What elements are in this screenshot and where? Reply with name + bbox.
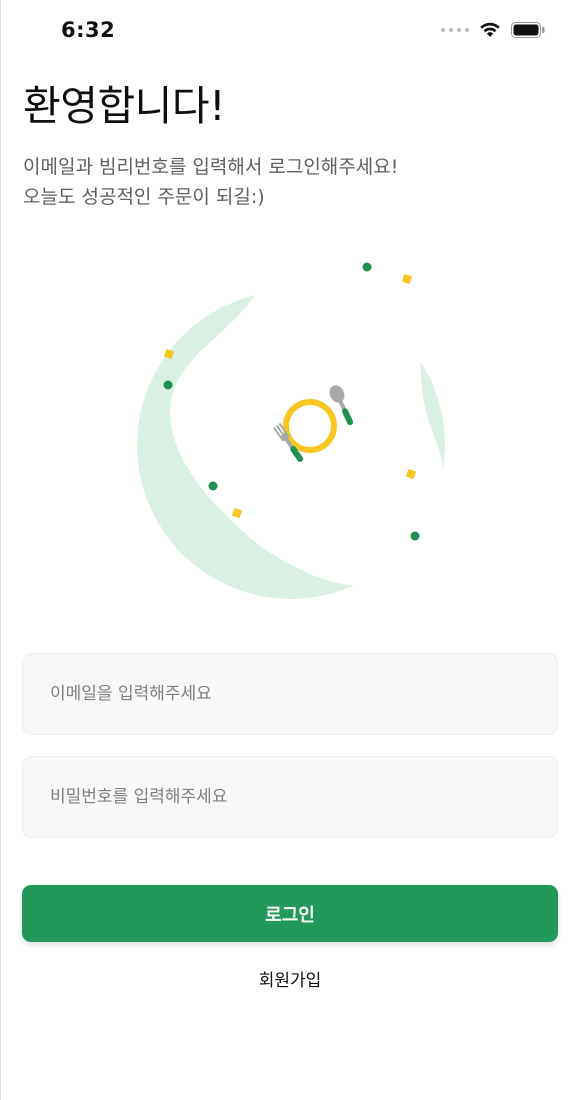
password-field-container [22, 756, 558, 838]
signup-link[interactable]: 회원가입 [1, 966, 578, 991]
confetti-square [401, 273, 413, 285]
dining-plate-illustration [137, 262, 445, 599]
confetti-dot [410, 531, 420, 541]
login-screen: 6:32 환영합니다! 이메일과 빔리번호를 입력해서 로그인해주세요! 오늘도… [0, 0, 578, 1100]
subtitle: 이메일과 빔리번호를 입력해서 로그인해주세요! 오늘도 성공적인 주문이 되길… [23, 152, 543, 212]
password-field[interactable] [23, 757, 557, 837]
login-button[interactable]: 로그인 [22, 885, 558, 942]
status-icons [441, 22, 545, 38]
battery-icon [511, 22, 545, 38]
signal-dots-icon [441, 28, 469, 32]
subtitle-line-2: 오늘도 성공적인 주문이 되길:) [23, 186, 265, 208]
confetti-dot [208, 481, 218, 491]
email-field-container [22, 653, 558, 735]
confetti-dot [362, 262, 372, 272]
confetti-dot [163, 380, 173, 390]
wifi-icon [480, 22, 500, 37]
subtitle-line-1: 이메일과 빔리번호를 입력해서 로그인해주세요! [23, 156, 399, 178]
page-title: 환영합니다! [23, 82, 226, 130]
status-bar: 6:32 [1, 0, 578, 60]
email-field[interactable] [23, 654, 557, 734]
status-time: 6:32 [61, 18, 116, 42]
